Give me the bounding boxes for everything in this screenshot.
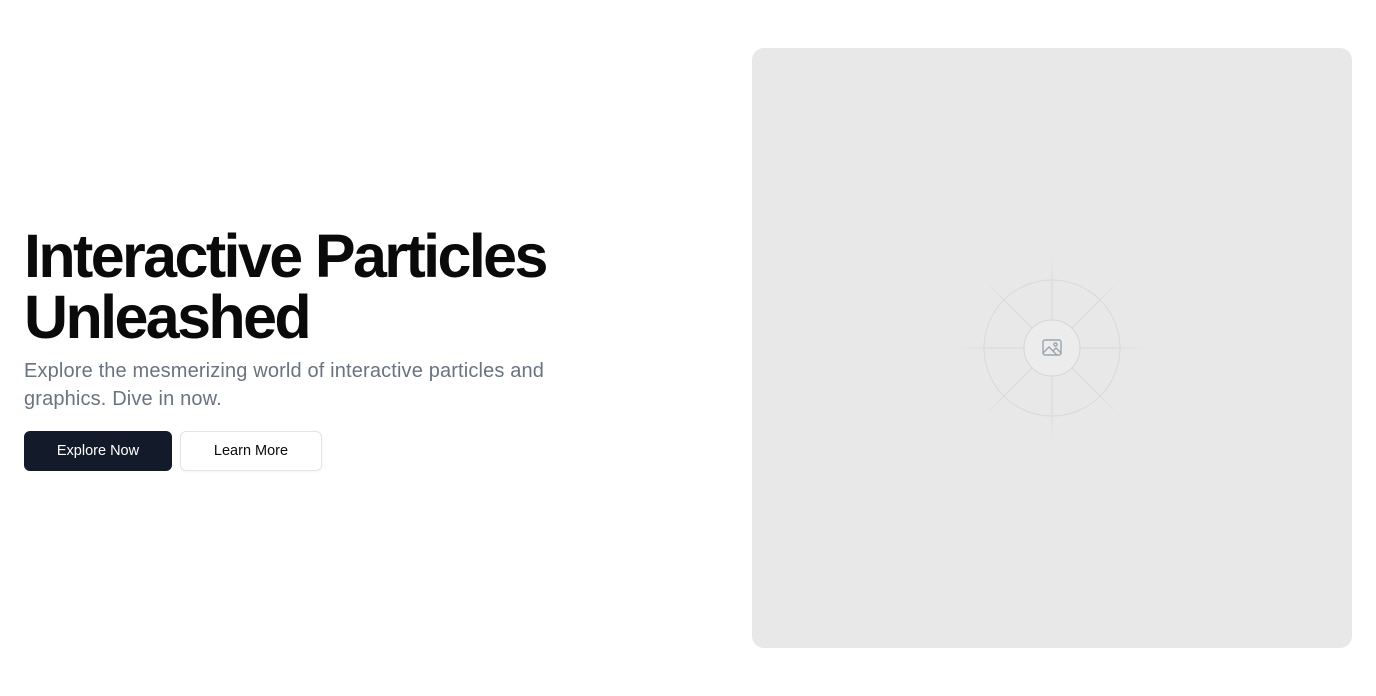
headline-line-2: Unleashed — [24, 283, 312, 351]
headline-line-1: Interactive Particles — [24, 222, 548, 290]
explore-now-button[interactable]: Explore Now — [24, 431, 172, 471]
image-placeholder — [752, 48, 1352, 648]
hero-subtitle: Explore the mesmerizing world of interac… — [24, 360, 545, 410]
hero-actions: Explore Now Learn More — [24, 431, 664, 471]
placeholder-graphic — [957, 253, 1147, 443]
hero-section: Interactive Particles Unleashed Explore … — [0, 0, 1376, 696]
learn-more-button[interactable]: Learn More — [180, 431, 322, 471]
hero-content: Interactive Particles Unleashed Explore … — [24, 226, 664, 471]
hero-headline: Interactive Particles Unleashed — [24, 226, 664, 348]
